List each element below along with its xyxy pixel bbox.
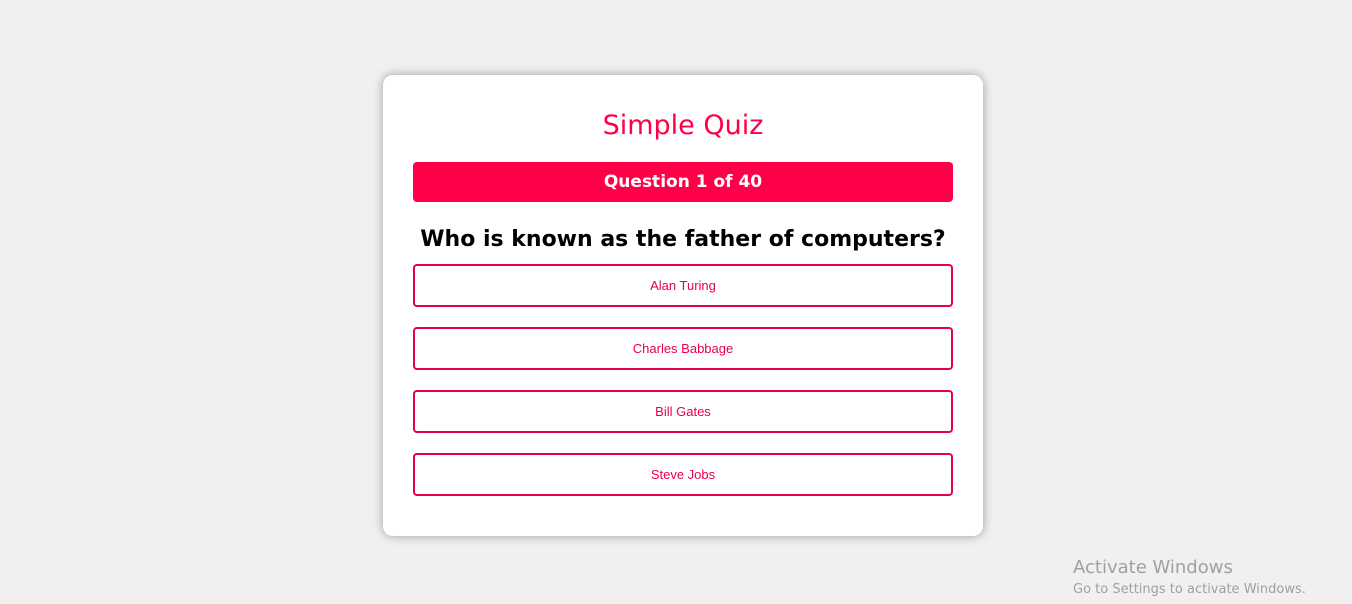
windows-activation-watermark: Activate Windows Go to Settings to activ… xyxy=(1073,556,1306,600)
answer-option-alan-turing[interactable]: Alan Turing xyxy=(413,264,953,307)
answer-option-steve-jobs[interactable]: Steve Jobs xyxy=(413,453,953,496)
watermark-title: Activate Windows xyxy=(1073,557,1233,578)
answer-options: Alan Turing Charles Babbage Bill Gates S… xyxy=(413,264,953,516)
answer-option-charles-babbage[interactable]: Charles Babbage xyxy=(413,327,953,370)
quiz-card: Simple Quiz Question 1 of 40 Who is know… xyxy=(383,75,983,536)
question-progress-bar: Question 1 of 40 xyxy=(413,162,953,202)
question-text: Who is known as the father of computers? xyxy=(420,227,946,252)
watermark-subtitle: Go to Settings to activate Windows. xyxy=(1073,582,1306,597)
quiz-title: Simple Quiz xyxy=(602,110,764,141)
answer-option-bill-gates[interactable]: Bill Gates xyxy=(413,390,953,433)
